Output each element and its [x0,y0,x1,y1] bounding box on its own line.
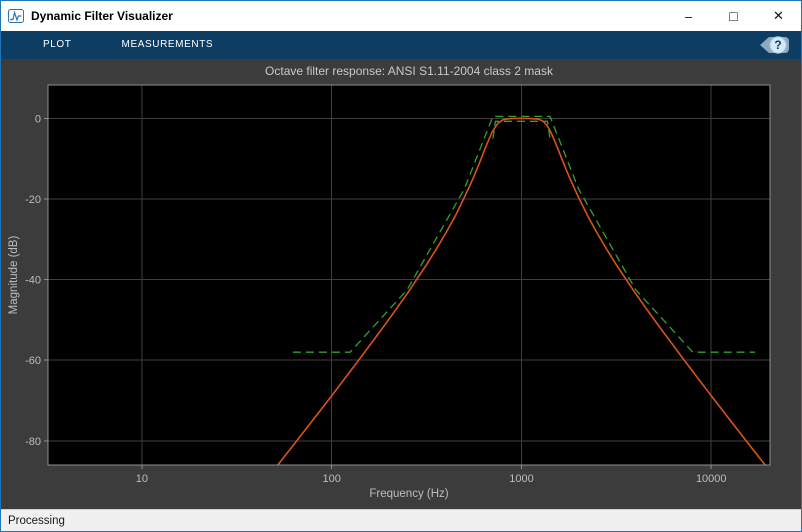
x-tick-label: 1000 [509,473,533,485]
y-tick-label: -20 [25,194,41,206]
help-icon: ? [760,36,789,54]
y-tick-label: 0 [35,113,41,125]
x-axis-label: Frequency (Hz) [369,488,449,500]
tab-plot[interactable]: PLOT [27,31,88,59]
x-tick-label: 100 [323,473,341,485]
chart-title: Octave filter response: ANSI S1.11-2004 … [265,64,553,78]
tab-measurements[interactable]: MEASUREMENTS [106,31,230,59]
window-title: Dynamic Filter Visualizer [31,9,173,23]
y-tick-label: -80 [25,436,41,448]
x-tick-label: 10000 [696,473,727,485]
help-question-mark: ? [774,38,781,52]
y-tick-label: -60 [25,355,41,367]
filter-waveform-icon [8,9,24,23]
y-axis-label: Magnitude (dB) [8,235,20,315]
plot-area: 10 100 1000 10000 0 -20 -40 -60 -80 Octave filte… [1,59,801,509]
toolstrip: PLOT MEASUREMENTS ? [1,31,801,59]
status-bar: Processing [1,509,801,531]
help-button[interactable]: ? [757,35,791,55]
dynamic-filter-visualizer-window: Dynamic Filter Visualizer – □ ✕ PLOT MEA… [0,0,802,532]
x-tick-label: 10 [136,473,148,485]
app-icon-wrap [1,9,31,23]
status-text: Processing [8,514,65,527]
minimize-button[interactable]: – [666,1,711,31]
maximize-button[interactable]: □ [711,1,756,31]
title-bar[interactable]: Dynamic Filter Visualizer – □ ✕ [1,1,801,31]
y-tick-label: -40 [25,275,41,287]
close-button[interactable]: ✕ [756,1,801,31]
filter-response-chart: 10 100 1000 10000 0 -20 -40 -60 -80 [25,84,771,485]
axes-background [48,85,770,465]
window-controls: – □ ✕ [666,1,801,31]
